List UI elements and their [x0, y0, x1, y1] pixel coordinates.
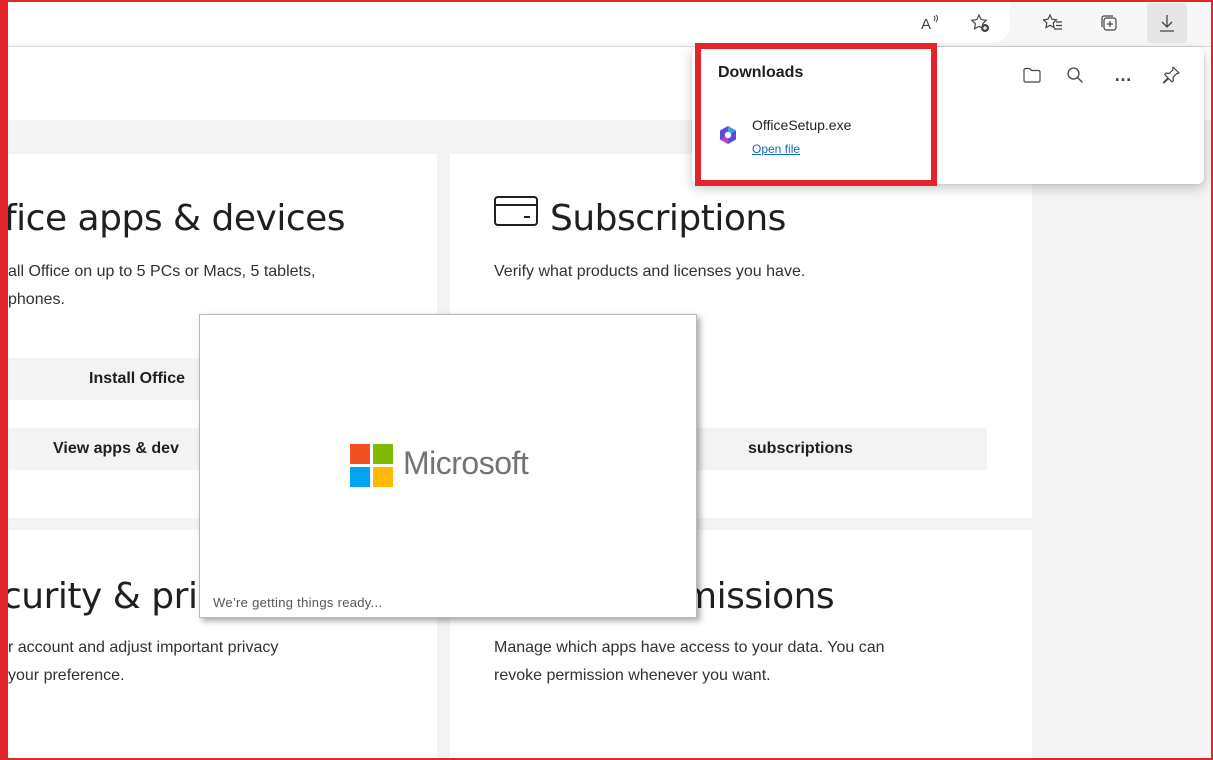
download-filename: OfficeSetup.exe [752, 117, 852, 133]
add-favorite-icon[interactable] [965, 8, 995, 38]
subscriptions-description: Verify what products and licenses you ha… [494, 263, 806, 280]
permissions-description-line1: Manage which apps have access to your da… [494, 639, 885, 656]
favorites-icon[interactable] [1038, 8, 1068, 38]
search-icon[interactable] [1061, 61, 1089, 89]
frame-left-border [0, 0, 8, 760]
browser-toolbar: A [0, 0, 1213, 47]
microsoft-wordmark: Microsoft [403, 445, 529, 481]
office-installer-splash: Microsoft We’re getting things ready... [199, 314, 697, 618]
downloads-flyout: Downloads … OfficeSetup.exe Open file [692, 47, 1204, 184]
svg-text:A: A [921, 16, 931, 33]
card-icon [493, 194, 541, 228]
open-file-link[interactable]: Open file [752, 142, 800, 156]
installer-status-text: We’re getting things ready... [213, 595, 383, 610]
more-icon[interactable]: … [1109, 61, 1137, 89]
office-apps-description-line2: phones. [8, 291, 65, 308]
collections-icon[interactable] [1094, 8, 1124, 38]
downloads-icon[interactable] [1147, 3, 1187, 43]
office-setup-file-icon [717, 124, 739, 146]
pin-icon[interactable] [1157, 61, 1185, 89]
office-apps-title: fice apps & devices [4, 198, 346, 239]
office-apps-description-line1: all Office on up to 5 PCs or Macs, 5 tab… [8, 263, 316, 280]
microsoft-logo-icon [350, 444, 394, 488]
open-folder-icon[interactable] [1018, 61, 1046, 89]
read-aloud-icon[interactable]: A [914, 8, 944, 38]
security-description-line1: r account and adjust important privacy [8, 639, 279, 656]
address-bar[interactable] [8, 0, 1010, 43]
security-description-line2: your preference. [8, 667, 125, 684]
app-permissions-title: missions [682, 576, 835, 617]
security-privacy-title: curity & pri [2, 576, 198, 617]
permissions-description-line2: revoke permission whenever you want. [494, 667, 771, 684]
downloads-title: Downloads [718, 64, 804, 81]
subscriptions-title: Subscriptions [550, 198, 786, 239]
